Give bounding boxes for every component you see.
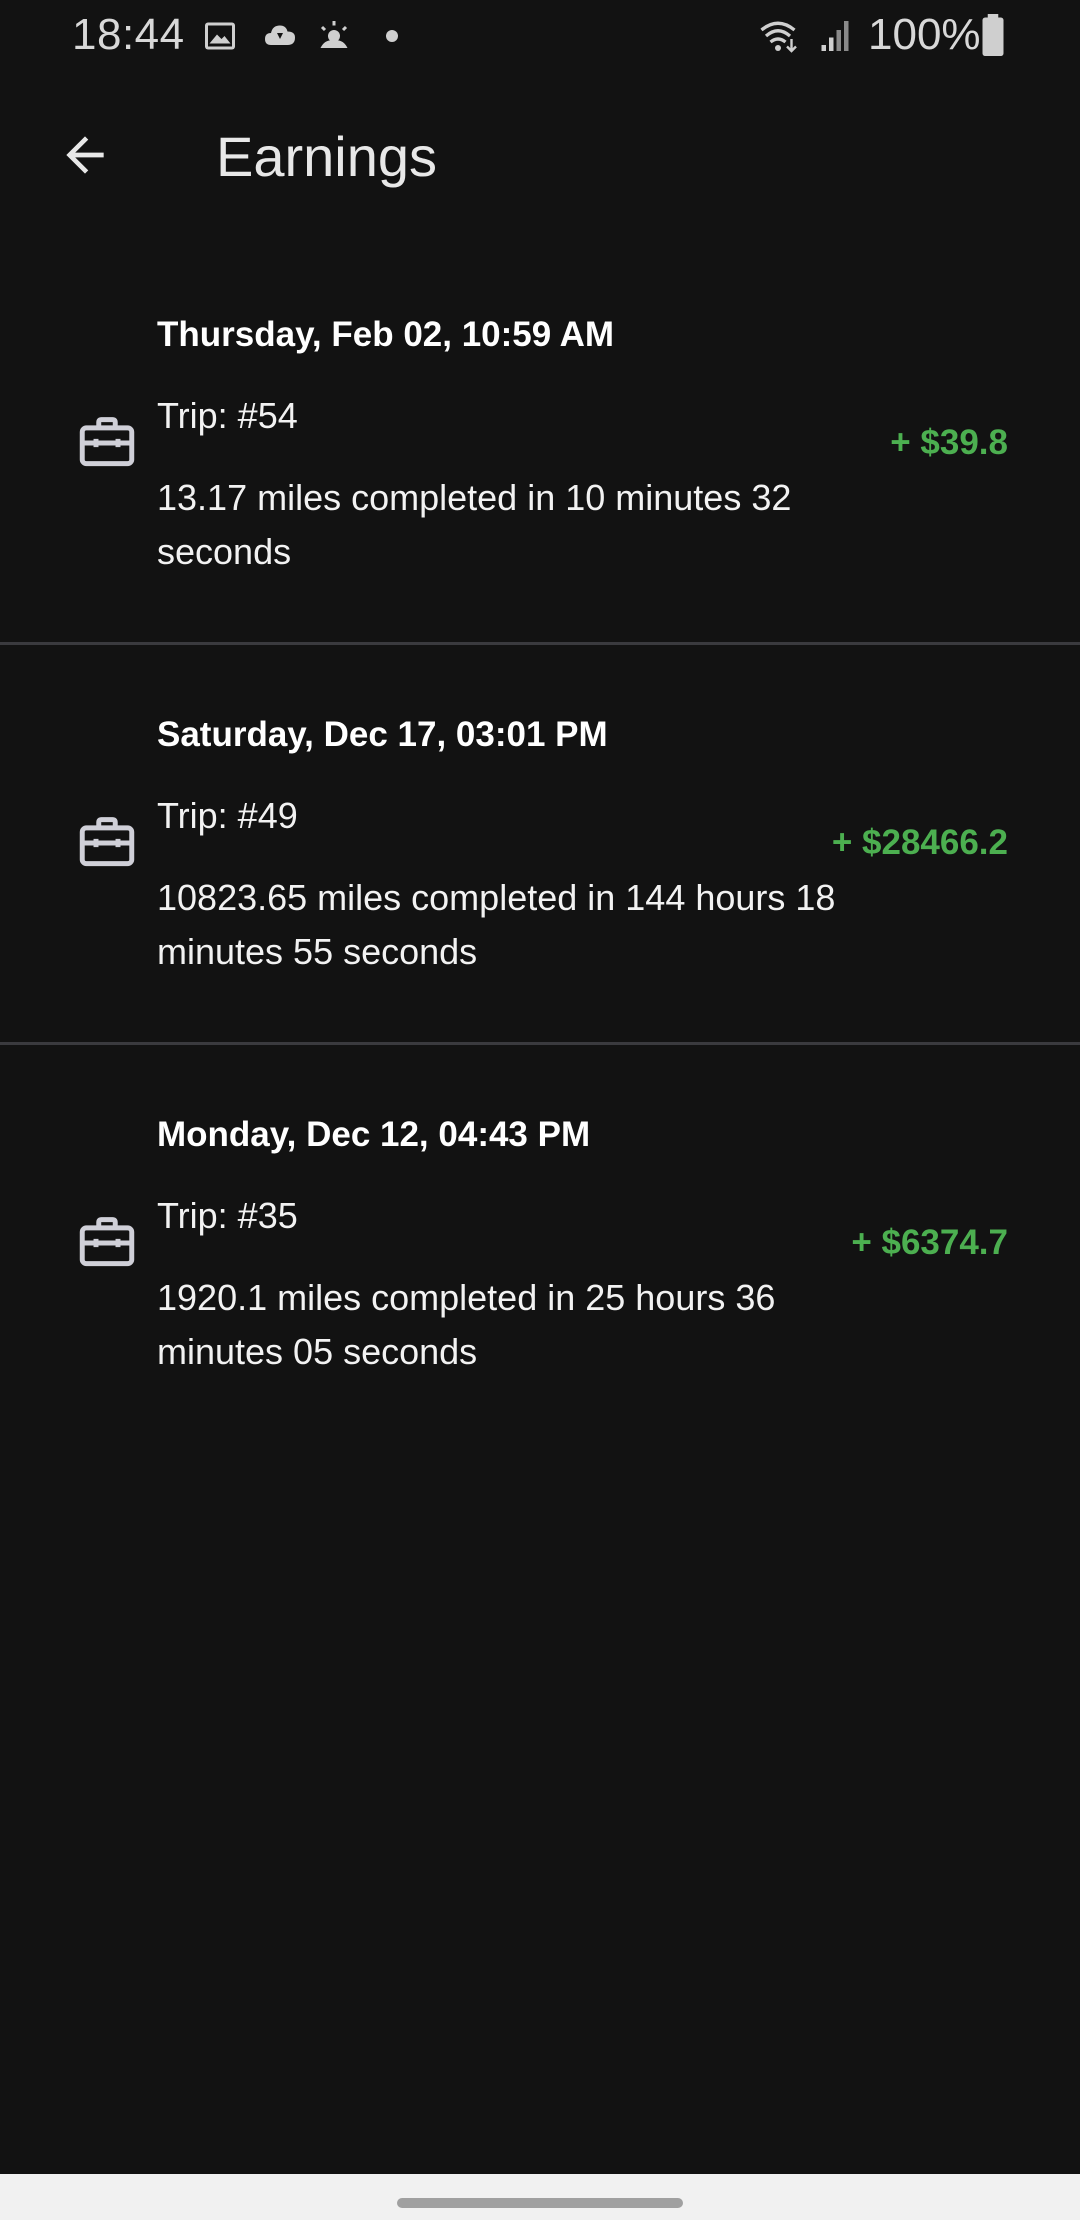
item-amount: + $6374.7 [851,1223,1008,1262]
item-amount: + $39.8 [890,423,1008,462]
list-item[interactable]: Monday, Dec 12, 04:43 PM Trip: #35 1920.… [0,1045,1080,1445]
item-date: Saturday, Dec 17, 03:01 PM [157,715,608,754]
item-date: Monday, Dec 12, 04:43 PM [157,1115,591,1154]
back-button[interactable] [40,110,130,200]
list-item[interactable]: Saturday, Dec 17, 03:01 PM Trip: #49 108… [0,645,1080,1045]
item-date: Thursday, Feb 02, 10:59 AM [157,315,615,354]
briefcase-icon [79,817,135,867]
signal-icon [821,21,849,51]
status-time: 18:44 [72,10,185,59]
earnings-list: Thursday, Feb 02, 10:59 AM Trip: #54 13.… [0,245,1080,1445]
item-trip-number: Trip: #54 [157,395,298,436]
item-description: 1920.1 miles completed in 25 hours 36 mi… [157,1277,776,1372]
battery-percentage: 100% [868,10,981,59]
cloud-icon [265,25,295,45]
page-title: Earnings [216,125,438,188]
item-trip-number: Trip: #49 [157,795,298,836]
status-bar: 18:44 100% [0,0,1080,72]
weather-icon [320,21,348,48]
item-amount: + $28466.2 [831,823,1008,862]
item-trip-number: Trip: #35 [157,1195,298,1236]
system-nav-bar [0,2174,1080,2220]
image-icon [205,22,235,50]
notification-dot-icon [386,30,398,42]
briefcase-icon [79,1217,135,1267]
battery-icon [982,14,1004,56]
briefcase-icon [79,417,135,467]
app-bar: Earnings [0,90,1080,220]
home-gesture-handle[interactable] [397,2198,683,2208]
item-description: 10823.65 miles completed in 144 hours 18… [157,877,836,972]
list-item[interactable]: Thursday, Feb 02, 10:59 AM Trip: #54 13.… [0,245,1080,645]
arrow-back-icon [66,136,104,174]
item-description: 13.17 miles completed in 10 minutes 32 s… [157,477,792,572]
wifi-icon [760,21,797,53]
